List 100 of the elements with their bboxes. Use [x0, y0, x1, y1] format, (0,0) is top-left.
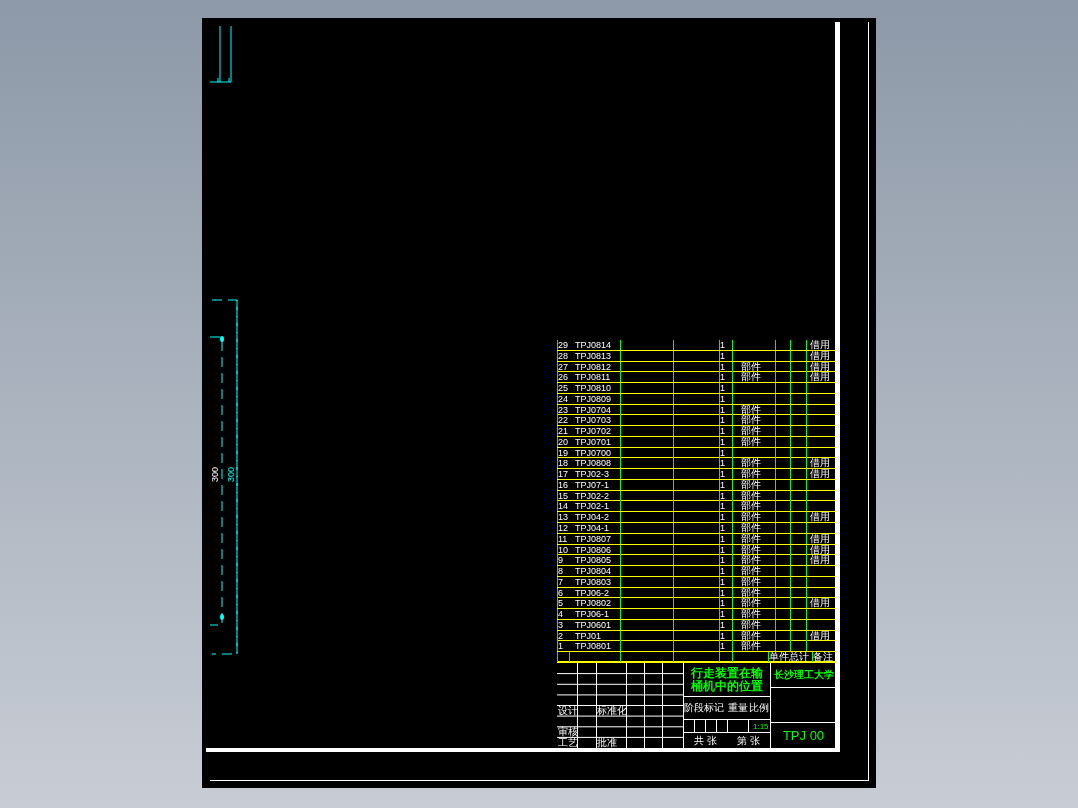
table-cell-text: TPJ04-2	[574, 512, 610, 523]
table-cell: 24	[557, 393, 569, 404]
table-cell: 部件	[741, 618, 761, 630]
table-cell: 22	[557, 415, 569, 426]
drawing-title: 行走装置在输	[691, 666, 763, 680]
table-cell: 借用	[810, 457, 830, 469]
table-cell: 部件	[741, 597, 761, 609]
table-cell: 1	[557, 641, 569, 652]
table-cell: 部件	[741, 371, 761, 383]
table-cell: 1	[719, 350, 732, 361]
table-cell: 27	[557, 361, 569, 372]
table-cell: 部件	[741, 425, 761, 437]
table-cell: 部件	[741, 629, 761, 641]
title-block-label: 重量	[728, 701, 749, 715]
table-cell: 25	[557, 383, 569, 394]
school-name: 长沙理工大学	[773, 668, 834, 682]
table-cell-text: TPJ07-1	[574, 479, 610, 490]
title-block-label: 比例	[749, 701, 770, 715]
table-cell: 29	[557, 340, 569, 350]
table-cell: 7	[557, 576, 569, 587]
table-cell: 部件	[741, 500, 761, 512]
table-cell: 部件	[741, 478, 761, 490]
table-cell-text: TPJ0702	[574, 426, 613, 437]
table-cell: 1	[719, 490, 732, 501]
table-cell-text: TPJ0811	[574, 372, 612, 383]
table-cell: 1	[719, 619, 732, 630]
table-cell: 借用	[810, 468, 830, 480]
table-cell: 部件	[741, 575, 761, 587]
table-cell: 8	[557, 566, 569, 577]
table-cell: 14	[557, 501, 569, 512]
table-cell: 21	[557, 426, 569, 437]
table-cell-text: TPJ0803	[574, 576, 613, 587]
table-cell: 借用	[810, 532, 830, 544]
table-cell-text: TPJ0701	[574, 436, 613, 447]
table-cell: 部件	[741, 403, 761, 415]
table-cell: 部件	[741, 543, 761, 555]
table-cell: 2	[557, 630, 569, 641]
column-header: 单件总计	[769, 651, 809, 663]
table-cell: 借用	[810, 554, 830, 566]
table-cell: 1	[719, 447, 732, 458]
table-cell: 1	[719, 576, 732, 587]
table-cell: 部件	[741, 468, 761, 480]
table-cell: 1	[719, 566, 732, 577]
table-cell: 部件	[741, 532, 761, 544]
title-block-label: 阶段标记	[684, 701, 725, 715]
table-cell-text: TPJ01	[574, 630, 602, 641]
table-cell: 23	[557, 404, 569, 415]
table-cell: 借用	[810, 360, 830, 372]
table-cell: 1	[719, 587, 732, 598]
table-cell-text: TPJ06-1	[574, 609, 610, 620]
table-cell: 1	[719, 383, 732, 394]
table-cell-text: TPJ0700	[574, 447, 613, 458]
dimension-label: 300	[227, 467, 236, 482]
title-block-label: 第 张	[737, 733, 760, 748]
table-cell-text: TPJ06-2	[574, 587, 610, 598]
table-cell: 1	[719, 393, 732, 404]
table-cell-text: TPJ0601	[574, 619, 613, 630]
title-block-label: 工艺	[557, 737, 577, 748]
bracket-lines-drawing	[209, 24, 233, 84]
table-cell: 部件	[741, 640, 761, 652]
table-cell: 1	[719, 436, 732, 447]
table-cell: 部件	[741, 489, 761, 501]
table-cell-text: TPJ0801	[574, 641, 613, 652]
table-cell: 借用	[810, 543, 830, 555]
table-cell: 1	[719, 361, 732, 372]
table-cell: 6	[557, 587, 569, 598]
scale-value: 1:15	[753, 721, 769, 731]
dimension-label: 300	[211, 467, 220, 482]
table-cell: 部件	[741, 511, 761, 523]
table-cell: 3	[557, 619, 569, 630]
table-cell-text: TPJ0806	[574, 544, 613, 555]
table-cell-text: TPJ0807	[574, 533, 613, 544]
table-cell-text: TPJ02-3	[574, 469, 610, 480]
title-block-label: 设计	[557, 705, 577, 716]
table-cell-text: TPJ0703	[574, 415, 613, 426]
table-cell: 部件	[741, 608, 761, 620]
table-cell: 1	[719, 458, 732, 469]
title-block-label: 审核	[557, 727, 577, 738]
table-cell: 1	[719, 641, 732, 652]
table-cell: 18	[557, 458, 569, 469]
table-cell: 部件	[741, 554, 761, 566]
table-cell: 1	[719, 479, 732, 490]
table-cell-text: TPJ0805	[574, 555, 613, 566]
table-cell: 10	[557, 544, 569, 555]
table-cell: 1	[719, 340, 732, 350]
table-cell: 1	[719, 609, 732, 620]
table-cell: 借用	[810, 371, 830, 383]
title-block-label: 批准	[596, 737, 618, 748]
table-cell: 1	[719, 469, 732, 480]
table-cell: 1	[719, 372, 732, 383]
table-cell-text: TPJ0808	[574, 458, 613, 469]
table-cell-text: TPJ0814	[574, 340, 613, 350]
table-cell-text: TPJ0813	[574, 350, 613, 361]
table-cell: 借用	[810, 511, 830, 523]
table-cell-text: TPJ02-2	[574, 490, 610, 501]
table-cell: 借用	[810, 629, 830, 641]
table-cell: 1	[719, 523, 732, 533]
table-cell-text: TPJ0810	[574, 383, 613, 394]
table-cell: 部件	[741, 435, 761, 447]
table-cell: 15	[557, 490, 569, 501]
